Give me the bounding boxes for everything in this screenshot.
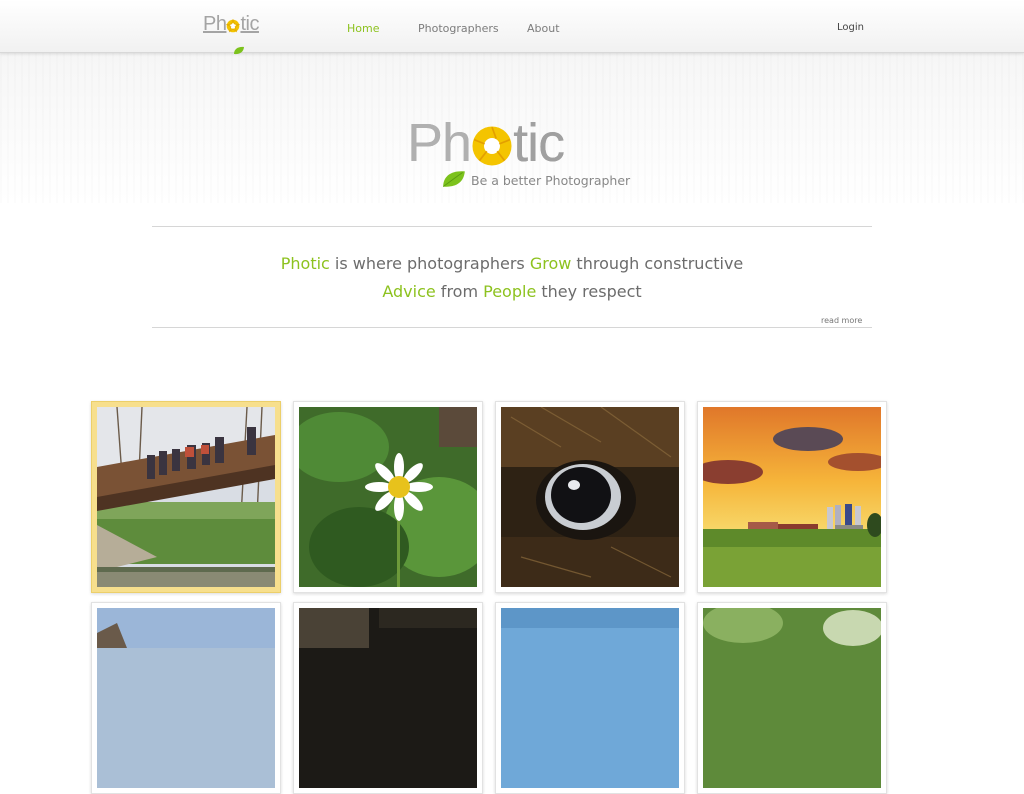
building-photo — [97, 608, 275, 788]
sky-photo — [501, 608, 679, 788]
shutter-o-icon — [226, 12, 241, 36]
mission-word: Photic — [280, 254, 330, 273]
mission-line-1: Photic is where photographers Grow throu… — [152, 250, 872, 278]
daisy-photo — [289, 407, 494, 587]
photo-grid — [90, 400, 900, 794]
mission-word: Grow — [529, 254, 572, 273]
nav-home[interactable]: Home — [347, 22, 379, 35]
mission-text: they respect — [536, 282, 642, 301]
mission-word: Advice — [382, 282, 436, 301]
wood-photo — [299, 608, 477, 788]
hero-logo-tic: tic — [513, 113, 565, 173]
header-logo-text-tic: tic — [240, 13, 259, 35]
mission-line-2: Advice from People they respect — [152, 278, 872, 306]
top-navigation-bar: Ph tic Home Photographers About Login — [0, 0, 1024, 55]
mission-statement: Photic is where photographers Grow throu… — [152, 250, 872, 306]
photo-card-sky[interactable] — [495, 602, 685, 794]
mission-text: is where photographers — [329, 254, 530, 273]
dog-eye-photo — [501, 406, 679, 587]
mission-text: through constructive — [571, 254, 744, 273]
photo-card-daisy[interactable] — [289, 401, 494, 593]
shutter-o-icon — [472, 126, 512, 166]
mission-word: People — [483, 282, 537, 301]
leaf-icon — [233, 34, 245, 58]
photo-card-dog-eye[interactable] — [495, 401, 685, 593]
photo-card-foliage[interactable] — [697, 602, 887, 794]
photo-card-building[interactable] — [91, 602, 281, 794]
photo-card-bridge[interactable] — [91, 401, 281, 593]
photo-card-wood[interactable] — [293, 602, 483, 794]
hero-logo: Ph tic Be a better Photographer — [407, 113, 637, 193]
hero-logo-wordmark: Ph tic — [407, 113, 565, 173]
login-link[interactable]: Login — [837, 22, 864, 33]
header-logo-text-ph: Ph — [203, 13, 227, 35]
nav-about[interactable]: About — [527, 22, 560, 35]
hero-tagline: Be a better Photographer — [471, 173, 631, 188]
farm-sunset-photo — [693, 407, 888, 587]
foliage-photo — [703, 603, 883, 788]
bridge-photo — [97, 406, 275, 587]
photo-card-farm-sunset[interactable] — [693, 401, 888, 593]
leaf-icon — [441, 169, 467, 194]
header-logo[interactable]: Ph tic — [203, 12, 263, 55]
divider-top — [152, 226, 872, 227]
mission-text: from — [435, 282, 484, 301]
divider-bottom — [152, 327, 872, 328]
nav-photographers[interactable]: Photographers — [418, 22, 499, 35]
read-more-link[interactable]: read more — [821, 316, 862, 325]
hero-logo-ph: Ph — [407, 113, 472, 173]
